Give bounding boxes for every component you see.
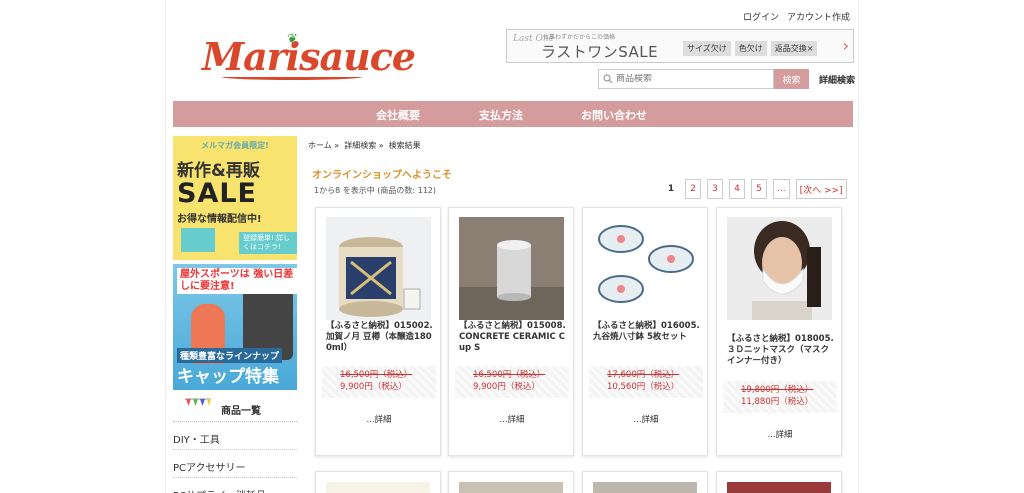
sale-subtitle: 仕事わずかだからこの価格: [543, 34, 616, 41]
sale-tag: 返品交換×: [770, 41, 818, 56]
product-card[interactable]: [315, 471, 441, 493]
sale-price: 9,900円（税込）: [340, 382, 407, 392]
logo-swoosh: [222, 74, 362, 80]
search-button[interactable]: 検索: [774, 69, 809, 89]
product-card[interactable]: 【ふるさと納税】015002. 加賀ノ月 豆樽（本醸造1800ml） 16,50…: [315, 207, 441, 456]
search-box: [598, 69, 774, 89]
search-input[interactable]: [616, 74, 766, 84]
newsletter-sale-banner[interactable]: メルマガ会員限定! 新作&再販 SALE お得な情報配信中! 登録簡単! 詳しく…: [173, 136, 297, 260]
product-image: [727, 217, 832, 320]
site-logo[interactable]: Marisauce ❦: [202, 32, 416, 84]
nav-contact[interactable]: お問い合わせ: [581, 107, 647, 123]
product-card[interactable]: 【ふるさと納税】016005. 九谷焼八寸鉢 5枚セット 17,600円（税込）…: [582, 207, 708, 456]
product-price: 17,600円（税込） 10,560円（税込）: [589, 366, 703, 398]
breadcrumb-advanced[interactable]: 詳細検索 »: [344, 140, 383, 151]
divider: [173, 421, 297, 422]
envelope-icon: [181, 228, 215, 252]
page-link[interactable]: 5: [751, 179, 767, 199]
banner-text: 種類豊富なラインナップ: [177, 348, 283, 363]
original-price: 17,600円（税込）: [607, 370, 680, 380]
product-name: 【ふるさと納税】015002. 加賀ノ月 豆樽（本醸造1800ml）: [326, 321, 433, 353]
logo-text: Marisauce: [202, 34, 416, 79]
original-price: 19,800円（税込）: [741, 385, 814, 395]
breadcrumb-home[interactable]: ホーム »: [308, 140, 339, 151]
pagination: 1 2 3 4 5 ... [次へ >>]: [663, 179, 847, 199]
product-price: 16,500円（税込） 9,900円（税込）: [322, 366, 436, 398]
breadcrumb: ホーム » 詳細検索 » 検索結果: [308, 140, 421, 151]
product-card[interactable]: 【ふるさと納税】018005. ３Ｄニットマスク（マスクインナー付き） 19,8…: [716, 207, 842, 456]
chevron-right-icon: ›: [842, 36, 849, 55]
page-title: オンラインショップへようこそ: [312, 170, 452, 181]
category-header: 商品一覧: [173, 396, 297, 420]
category-title: 商品一覧: [221, 406, 261, 417]
product-image: [593, 482, 697, 493]
product-image: [459, 482, 563, 493]
result-count: 1から8 を表示中 (商品の数: 112): [314, 186, 437, 195]
sale-tag: 色欠け: [734, 41, 767, 56]
page-link[interactable]: 4: [729, 179, 745, 199]
sale-price: 11,880円（税込）: [741, 397, 814, 407]
page-link[interactable]: 2: [685, 179, 701, 199]
banner-text: 登録簡単! 詳しくはコチラ!: [239, 232, 297, 254]
cap-feature-banner[interactable]: 屋外スポーツは 強い日差しに要注意! 種類豊富なラインナップ キャップ特集: [173, 264, 297, 390]
sale-tags: サイズ欠け 色欠け 返品交換×: [683, 41, 818, 56]
product-price: 16,500円（税込） 9,900円（税込）: [455, 366, 569, 398]
banner-text: お得な情報配信中!: [177, 214, 262, 225]
page-ellipsis: ...: [773, 179, 790, 199]
nav-payment[interactable]: 支払方法: [479, 107, 523, 123]
sale-tag: サイズ欠け: [683, 41, 731, 56]
detail-link[interactable]: ...詳細: [316, 413, 442, 425]
breadcrumb-current: 検索結果: [388, 141, 421, 150]
category-item[interactable]: PCアクセサリー: [173, 451, 297, 478]
banner-text: キャップ特集: [177, 367, 279, 387]
page-link[interactable]: 3: [707, 179, 723, 199]
product-image: [459, 217, 564, 320]
original-price: 16,500円（税込）: [473, 370, 546, 380]
signup-link[interactable]: アカウント作成: [787, 10, 850, 23]
nav-company[interactable]: 会社概要: [376, 107, 420, 123]
original-price: 16,500円（税込）: [340, 370, 413, 380]
product-card[interactable]: [582, 471, 708, 493]
product-price: 19,800円（税込） 11,880円（税込）: [723, 381, 837, 413]
advanced-search-link[interactable]: 詳細検索: [819, 73, 855, 86]
leaf-icon: ❦: [287, 32, 298, 47]
product-image: [727, 482, 831, 493]
product-image: [326, 217, 431, 320]
sale-price: 10,560円（税込）: [607, 382, 680, 392]
sale-title: ラストワンSALE: [541, 43, 659, 61]
product-name: 【ふるさと納税】018005. ３Ｄニットマスク（マスクインナー付き）: [727, 334, 834, 366]
product-card[interactable]: 【ふるさと納税】015008. CONCRETE CERAMIC Cup S 1…: [448, 207, 574, 456]
search-bar: 検索 詳細検索: [598, 69, 855, 89]
detail-link[interactable]: ...詳細: [583, 413, 709, 425]
product-name: 【ふるさと納税】016005. 九谷焼八寸鉢 5枚セット: [593, 321, 700, 342]
category-item[interactable]: DIY・工具: [173, 423, 297, 450]
product-image: [593, 217, 698, 320]
banner-text: SALE: [177, 178, 257, 209]
product-card[interactable]: [448, 471, 574, 493]
category-item[interactable]: PCサプライ・消耗品: [173, 479, 297, 493]
detail-link[interactable]: ...詳細: [717, 428, 843, 440]
login-link[interactable]: ログイン: [743, 10, 779, 23]
search-icon: [603, 74, 613, 84]
next-page-link[interactable]: [次へ >>]: [795, 179, 847, 199]
banner-text: メルマガ会員限定!: [201, 141, 269, 150]
product-name: 【ふるさと納税】015008. CONCRETE CERAMIC Cup S: [459, 321, 566, 353]
banner-text: 屋外スポーツは 強い日差しに要注意!: [177, 268, 297, 294]
top-links: ログイン アカウント作成: [743, 10, 850, 23]
last-one-sale-banner[interactable]: Last One 仕事わずかだからこの価格 ラストワンSALE サイズ欠け 色欠…: [506, 29, 854, 63]
page-current: 1: [667, 184, 675, 194]
product-image: [326, 482, 430, 493]
page-container: ログイン アカウント作成 Marisauce ❦ Last One 仕事わずかだ…: [165, 0, 859, 493]
sale-price: 9,900円（税込）: [473, 382, 540, 392]
product-card[interactable]: [716, 471, 842, 493]
new-flag-icon: [185, 398, 211, 406]
main-nav: 会社概要 支払方法 お問い合わせ: [173, 101, 853, 127]
detail-link[interactable]: ...詳細: [449, 413, 575, 425]
